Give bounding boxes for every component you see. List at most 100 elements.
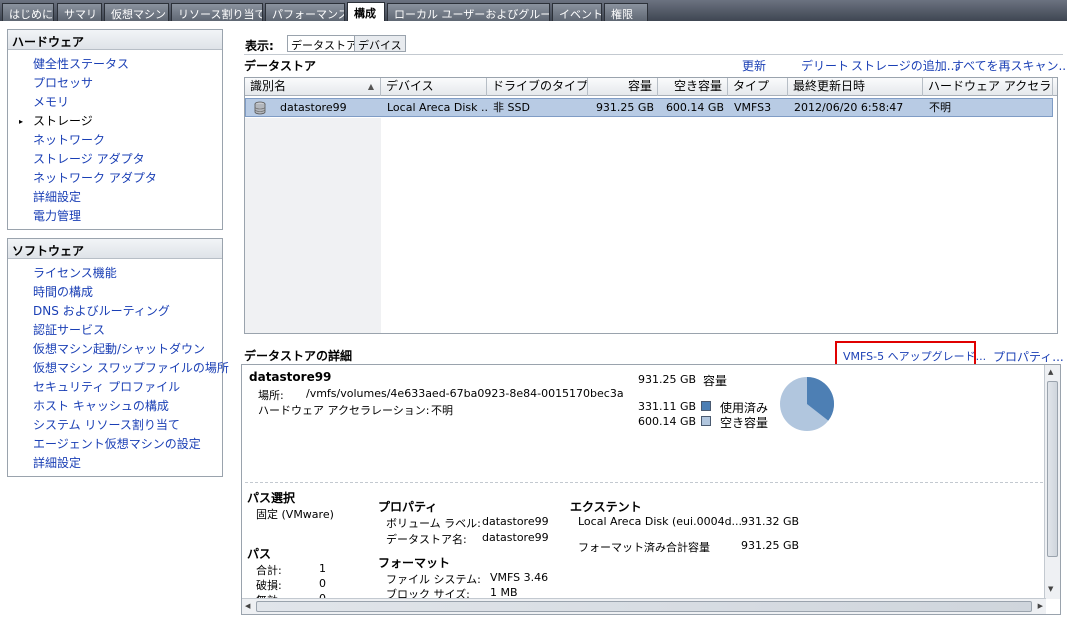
nav-item-label: 電力管理 [33, 209, 82, 223]
hardware-panel-title: ハードウェア [8, 30, 222, 50]
nav-item-label: 仮想マシン スワップファイルの場所 [33, 361, 229, 375]
scroll-left-arrow-icon[interactable]: ◀ [245, 602, 250, 610]
details-vertical-scrollbar[interactable]: ▲ ▼ [1044, 365, 1060, 599]
nav-item-label: 仮想マシン起動/シャットダウン [33, 342, 206, 356]
table-header: 識別名 ▲ デバイス ドライブのタイプ 容量 空き容量 タイプ 最終更新日時 ハー… [245, 78, 1057, 96]
software-nav-item-6[interactable]: セキュリティ プロファイル [8, 378, 222, 397]
nav-item-label: ネットワーク [33, 133, 106, 147]
nav-item-label: プロセッサ [33, 76, 94, 90]
tab-local-users-groups[interactable]: ローカル ユーザーおよびグループ [387, 3, 550, 21]
tab-virtual-machines[interactable]: 仮想マシン [104, 3, 169, 21]
path-total-label: 合計: [256, 564, 282, 577]
nav-item-label: エージェント仮想マシンの設定 [33, 437, 201, 451]
nav-item-label: 詳細設定 [33, 190, 82, 204]
hardware-nav-item-3[interactable]: ▸ ストレージ [8, 112, 222, 131]
tab-configuration[interactable]: 構成 [347, 2, 385, 21]
nav-item-label: ライセンス機能 [33, 266, 117, 280]
nav-item-label: システム リソース割り当て [33, 418, 180, 432]
software-nav-item-1[interactable]: 時間の構成 [8, 283, 222, 302]
view-device-button[interactable]: デバイス [354, 35, 406, 52]
nav-item-label: ネットワーク アダプタ [33, 171, 157, 185]
software-nav-item-3[interactable]: 認証サービス [8, 321, 222, 340]
extent-size: 931.32 GB [741, 515, 800, 528]
vertical-scroll-thumb[interactable] [1047, 381, 1058, 557]
hardware-nav-item-5[interactable]: ストレージ アダプタ [8, 150, 222, 169]
col-header-drive-type[interactable]: ドライブのタイプ [487, 78, 588, 96]
add-storage-link[interactable]: ストレージの追加... [851, 57, 958, 74]
hardware-nav-item-6[interactable]: ネットワーク アダプタ [8, 169, 222, 188]
hardware-panel: ハードウェア 健全性ステータスプロセッサメモリ ▸ ストレージネットワークストレージ… [7, 29, 223, 230]
properties-title: プロパティ [378, 500, 438, 514]
datastore-table: 識別名 ▲ デバイス ドライブのタイプ 容量 空き容量 タイプ 最終更新日時 ハー… [244, 77, 1058, 334]
view-datastore-button[interactable]: データストア [287, 35, 361, 52]
capacity-value: 931.25 GB [638, 373, 697, 386]
tab-bar: はじめに サマリ 仮想マシン リソース割り当て パフォーマンス 構成 ローカル … [0, 0, 1067, 21]
location-value: /vmfs/volumes/4e633aed-67ba0923-8e84-001… [306, 387, 624, 400]
software-nav-item-8[interactable]: システム リソース割り当て [8, 416, 222, 435]
hardware-nav-item-1[interactable]: プロセッサ [8, 74, 222, 93]
scroll-right-arrow-icon[interactable]: ▶ [1038, 602, 1043, 610]
table-row[interactable]: datastore99 Local Areca Disk ... 非 SSD 9… [245, 98, 1053, 117]
tab-permissions[interactable]: 権限 [604, 3, 648, 21]
software-nav-item-4[interactable]: 仮想マシン起動/シャットダウン [8, 340, 222, 359]
scroll-up-arrow-icon[interactable]: ▲ [1048, 368, 1053, 376]
hardware-nav-item-4[interactable]: ネットワーク [8, 131, 222, 150]
scroll-down-arrow-icon[interactable]: ▼ [1048, 585, 1053, 593]
details-horizontal-scrollbar[interactable]: ◀ ▶ [242, 598, 1046, 614]
view-label: 表示: [245, 39, 274, 53]
col-header-name[interactable]: 識別名 ▲ [245, 78, 381, 96]
col-header-hw-accel[interactable]: ハードウェア アクセラレ... [923, 78, 1053, 96]
horizontal-scroll-thumb[interactable] [256, 601, 1032, 612]
free-label: 空き容量 [720, 416, 769, 430]
tab-resource-allocation[interactable]: リソース割り当て [171, 3, 263, 21]
nav-item-label: ホスト キャッシュの構成 [33, 399, 169, 413]
col-header-capacity[interactable]: 容量 [588, 78, 658, 96]
hardware-nav-item-2[interactable]: メモリ [8, 93, 222, 112]
nav-item-label: 時間の構成 [33, 285, 94, 299]
software-nav-item-5[interactable]: 仮想マシン スワップファイルの場所 [8, 359, 229, 378]
col-header-device[interactable]: デバイス [381, 78, 487, 96]
hardware-nav-item-8[interactable]: 電力管理 [8, 207, 222, 226]
extents-title: エクステント [570, 500, 642, 514]
hardware-nav-list: 健全性ステータスプロセッサメモリ ▸ ストレージネットワークストレージ アダプタ ネッ… [8, 50, 222, 230]
delete-link[interactable]: デリート [801, 57, 849, 74]
formatted-total-value: 931.25 GB [741, 539, 800, 552]
refresh-link[interactable]: 更新 [742, 57, 766, 74]
datastore-details-pane: datastore99 場所: /vmfs/volumes/4e633aed-6… [241, 364, 1061, 615]
software-panel: ソフトウェア ライセンス機能 時間の構成 DNS およびルーティング 認証サービス 仮想… [7, 238, 229, 477]
software-nav-item-9[interactable]: エージェント仮想マシンの設定 [8, 435, 222, 454]
path-broken-value: 0 [319, 577, 326, 590]
datastores-title: データストア [244, 59, 317, 73]
format-title: フォーマット [378, 556, 451, 570]
cell-capacity: 931.25 GB [595, 101, 654, 114]
hardware-nav-item-0[interactable]: 健全性ステータス [8, 55, 222, 74]
datastore-name-value: datastore99 [482, 531, 549, 544]
tab-summary[interactable]: サマリ [57, 3, 102, 21]
software-nav-item-10[interactable]: 詳細設定 [8, 454, 222, 473]
rescan-all-link[interactable]: すべてを再スキャン... [952, 57, 1067, 74]
selected-arrow-icon: ▸ [19, 117, 24, 126]
tab-getting-started[interactable]: はじめに [2, 3, 54, 21]
nav-item-label: ストレージ アダプタ [33, 152, 145, 166]
software-nav-item-0[interactable]: ライセンス機能 [8, 264, 222, 283]
col-header-updated[interactable]: 最終更新日時 [788, 78, 923, 96]
path-broken-label: 破損: [256, 579, 282, 592]
nav-item-label: 詳細設定 [33, 456, 82, 470]
col-header-free[interactable]: 空き容量 [658, 78, 728, 96]
software-nav-item-2[interactable]: DNS およびルーティング [8, 302, 222, 321]
cell-hw-accel: 不明 [929, 101, 951, 114]
tab-events[interactable]: イベント [552, 3, 602, 21]
extent-name: Local Areca Disk (eui.0004d... [578, 515, 743, 528]
col-header-type[interactable]: タイプ [728, 78, 788, 96]
nav-item-label: ストレージ [33, 114, 93, 128]
datastore-name-label: データストア名: [386, 533, 467, 546]
hardware-nav-item-7[interactable]: 詳細設定 [8, 188, 222, 207]
properties-link[interactable]: プロパティ... [993, 348, 1064, 365]
tab-performance[interactable]: パフォーマンス [265, 3, 345, 21]
divider [244, 54, 1063, 55]
free-legend-swatch [701, 416, 711, 426]
cell-type: VMFS3 [734, 101, 772, 114]
cell-drive-type: 非 SSD [493, 101, 530, 114]
software-nav-list: ライセンス機能 時間の構成 DNS およびルーティング 認証サービス仮想マシン起動/シ… [8, 259, 229, 477]
software-nav-item-7[interactable]: ホスト キャッシュの構成 [8, 397, 222, 416]
